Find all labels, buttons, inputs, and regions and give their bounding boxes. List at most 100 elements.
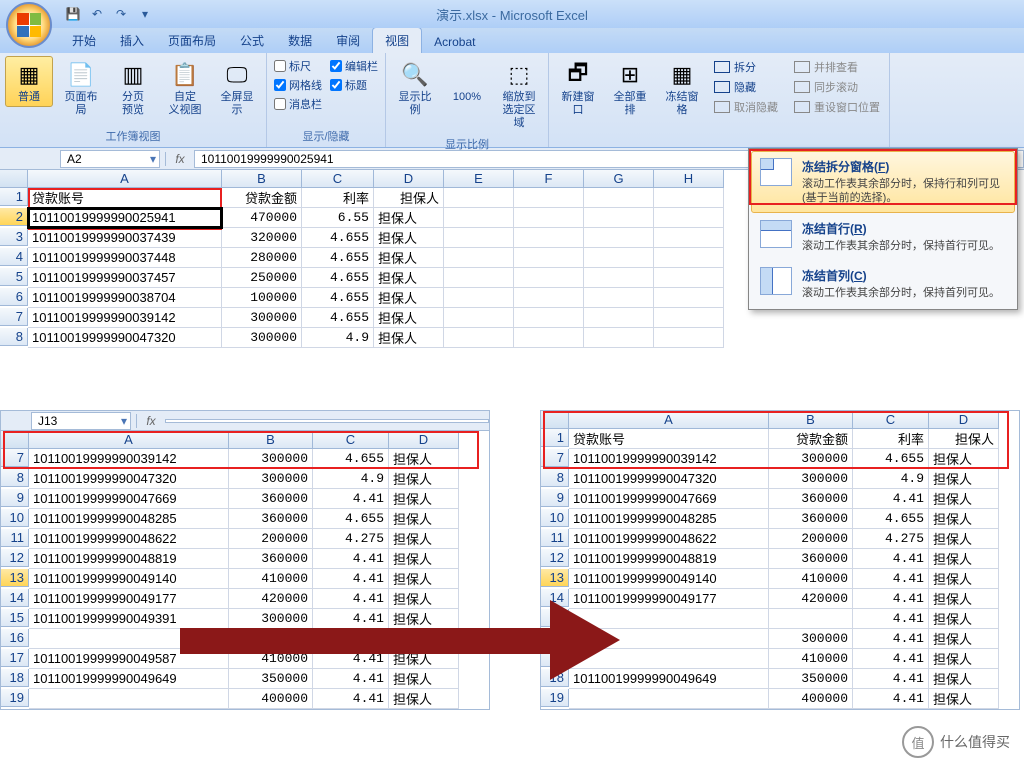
cell[interactable]: 4.41: [853, 489, 929, 509]
col-header-B[interactable]: B: [229, 431, 313, 449]
cell[interactable]: 350000: [769, 669, 853, 689]
tab-审阅[interactable]: 审阅: [324, 28, 372, 53]
cell[interactable]: 担保人: [389, 569, 459, 589]
cell[interactable]: 300000: [229, 469, 313, 489]
check-编辑栏[interactable]: 编辑栏: [330, 58, 378, 74]
freeze-option-C[interactable]: 冻结首列(C)滚动工作表其余部分时，保持首列可见。: [751, 260, 1015, 307]
col-header-A[interactable]: A: [29, 431, 229, 449]
row-header[interactable]: 1: [541, 429, 569, 447]
cell[interactable]: 4.655: [313, 509, 389, 529]
cell[interactable]: 250000: [222, 268, 302, 288]
tab-开始[interactable]: 开始: [60, 28, 108, 53]
cell[interactable]: 4.41: [313, 489, 389, 509]
cell[interactable]: 400000: [769, 689, 853, 709]
cell[interactable]: 10110019999990047669: [569, 489, 769, 509]
cell[interactable]: 4.41: [313, 549, 389, 569]
row-header[interactable]: 12: [1, 549, 29, 567]
col-header-C[interactable]: C: [313, 431, 389, 449]
cell[interactable]: 4.655: [302, 268, 374, 288]
cell[interactable]: 300000: [769, 469, 853, 489]
row-header[interactable]: 8: [1, 469, 29, 487]
fx-icon[interactable]: fx: [171, 152, 189, 166]
cell[interactable]: 4.275: [313, 529, 389, 549]
cell[interactable]: 10110019999990038704: [28, 288, 222, 308]
cell[interactable]: 10110019999990037448: [28, 248, 222, 268]
col-header-B[interactable]: B: [769, 411, 853, 429]
name-box[interactable]: A2: [60, 150, 160, 168]
col-header-D[interactable]: D: [929, 411, 999, 429]
cell[interactable]: 360000: [769, 549, 853, 569]
cell[interactable]: 10110019999990049140: [29, 569, 229, 589]
office-button[interactable]: [6, 2, 52, 48]
cell[interactable]: 4.655: [302, 308, 374, 328]
row-header[interactable]: 2: [0, 208, 28, 226]
opt-拆分[interactable]: 拆分: [710, 58, 782, 76]
col-header-G[interactable]: G: [584, 170, 654, 188]
ribbon-btn-自定义视图[interactable]: 📋自定义视图: [161, 56, 209, 120]
cell[interactable]: 担保人: [929, 569, 999, 589]
freeze-option-F[interactable]: 冻结拆分窗格(F)滚动工作表其余部分时，保持行和列可见(基于当前的选择)。: [751, 151, 1015, 213]
cell[interactable]: 担保人: [374, 308, 444, 328]
cell[interactable]: 4.41: [313, 689, 389, 709]
row-header[interactable]: 10: [1, 509, 29, 527]
cell[interactable]: 担保人: [929, 589, 999, 609]
cell[interactable]: 300000: [769, 629, 853, 649]
row-header[interactable]: 19: [541, 689, 569, 707]
cell[interactable]: 10110019999990037457: [28, 268, 222, 288]
cell[interactable]: 担保人: [929, 609, 999, 629]
cell[interactable]: 360000: [769, 489, 853, 509]
cell[interactable]: 4.41: [853, 609, 929, 629]
cell[interactable]: 担保人: [374, 268, 444, 288]
ribbon-btn-新建窗口[interactable]: 🗗新建窗口: [554, 56, 602, 120]
header-cell[interactable]: 贷款金额: [222, 188, 302, 208]
save-icon[interactable]: 💾: [64, 5, 82, 23]
check-消息栏[interactable]: 消息栏: [274, 96, 322, 112]
cell[interactable]: 320000: [222, 228, 302, 248]
cell[interactable]: 10110019999990048285: [569, 509, 769, 529]
cell[interactable]: 担保人: [374, 248, 444, 268]
row-header[interactable]: 7: [541, 449, 569, 467]
cell[interactable]: 担保人: [929, 549, 999, 569]
ribbon-btn-冻结窗格[interactable]: ▦冻结窗格: [658, 56, 706, 120]
row-header[interactable]: 8: [0, 328, 28, 346]
row-header[interactable]: 17: [1, 649, 29, 667]
cell[interactable]: 10110019999990047669: [29, 489, 229, 509]
undo-icon[interactable]: ↶: [88, 5, 106, 23]
row-header[interactable]: 9: [1, 489, 29, 507]
cell[interactable]: 担保人: [389, 549, 459, 569]
cell[interactable]: 4.41: [853, 669, 929, 689]
cell[interactable]: 担保人: [374, 288, 444, 308]
cell[interactable]: 担保人: [929, 669, 999, 689]
cell[interactable]: 280000: [222, 248, 302, 268]
col-header-E[interactable]: E: [444, 170, 514, 188]
cell[interactable]: [769, 609, 853, 629]
cell[interactable]: 360000: [769, 509, 853, 529]
ribbon-btn-普通[interactable]: ▦普通: [5, 56, 53, 107]
col-header-D[interactable]: D: [374, 170, 444, 188]
cell[interactable]: 10110019999990025941: [28, 208, 222, 228]
cell[interactable]: 360000: [229, 549, 313, 569]
cell[interactable]: 担保人: [929, 489, 999, 509]
cell[interactable]: 担保人: [389, 449, 459, 469]
cell[interactable]: 担保人: [374, 328, 444, 348]
row-header[interactable]: 11: [1, 529, 29, 547]
cell[interactable]: 100000: [222, 288, 302, 308]
cell[interactable]: 4.41: [853, 629, 929, 649]
col-header-D[interactable]: D: [389, 431, 459, 449]
row-header[interactable]: 10: [541, 509, 569, 527]
col-header-A[interactable]: A: [569, 411, 769, 429]
row-header[interactable]: 18: [1, 669, 29, 687]
cell[interactable]: 200000: [769, 529, 853, 549]
cell[interactable]: 担保人: [389, 509, 459, 529]
col-header-A[interactable]: A: [28, 170, 222, 188]
check-标题[interactable]: 标题: [330, 77, 378, 93]
cell[interactable]: 4.655: [853, 509, 929, 529]
row-header[interactable]: 11: [541, 529, 569, 547]
row-header[interactable]: 13: [1, 569, 29, 587]
row-header[interactable]: 16: [1, 629, 29, 647]
ribbon-btn-分页预览[interactable]: ▥分页预览: [109, 56, 157, 120]
cell[interactable]: 担保人: [374, 228, 444, 248]
cell[interactable]: 10110019999990047320: [28, 328, 222, 348]
cell[interactable]: [29, 689, 229, 709]
cell[interactable]: 300000: [229, 449, 313, 469]
